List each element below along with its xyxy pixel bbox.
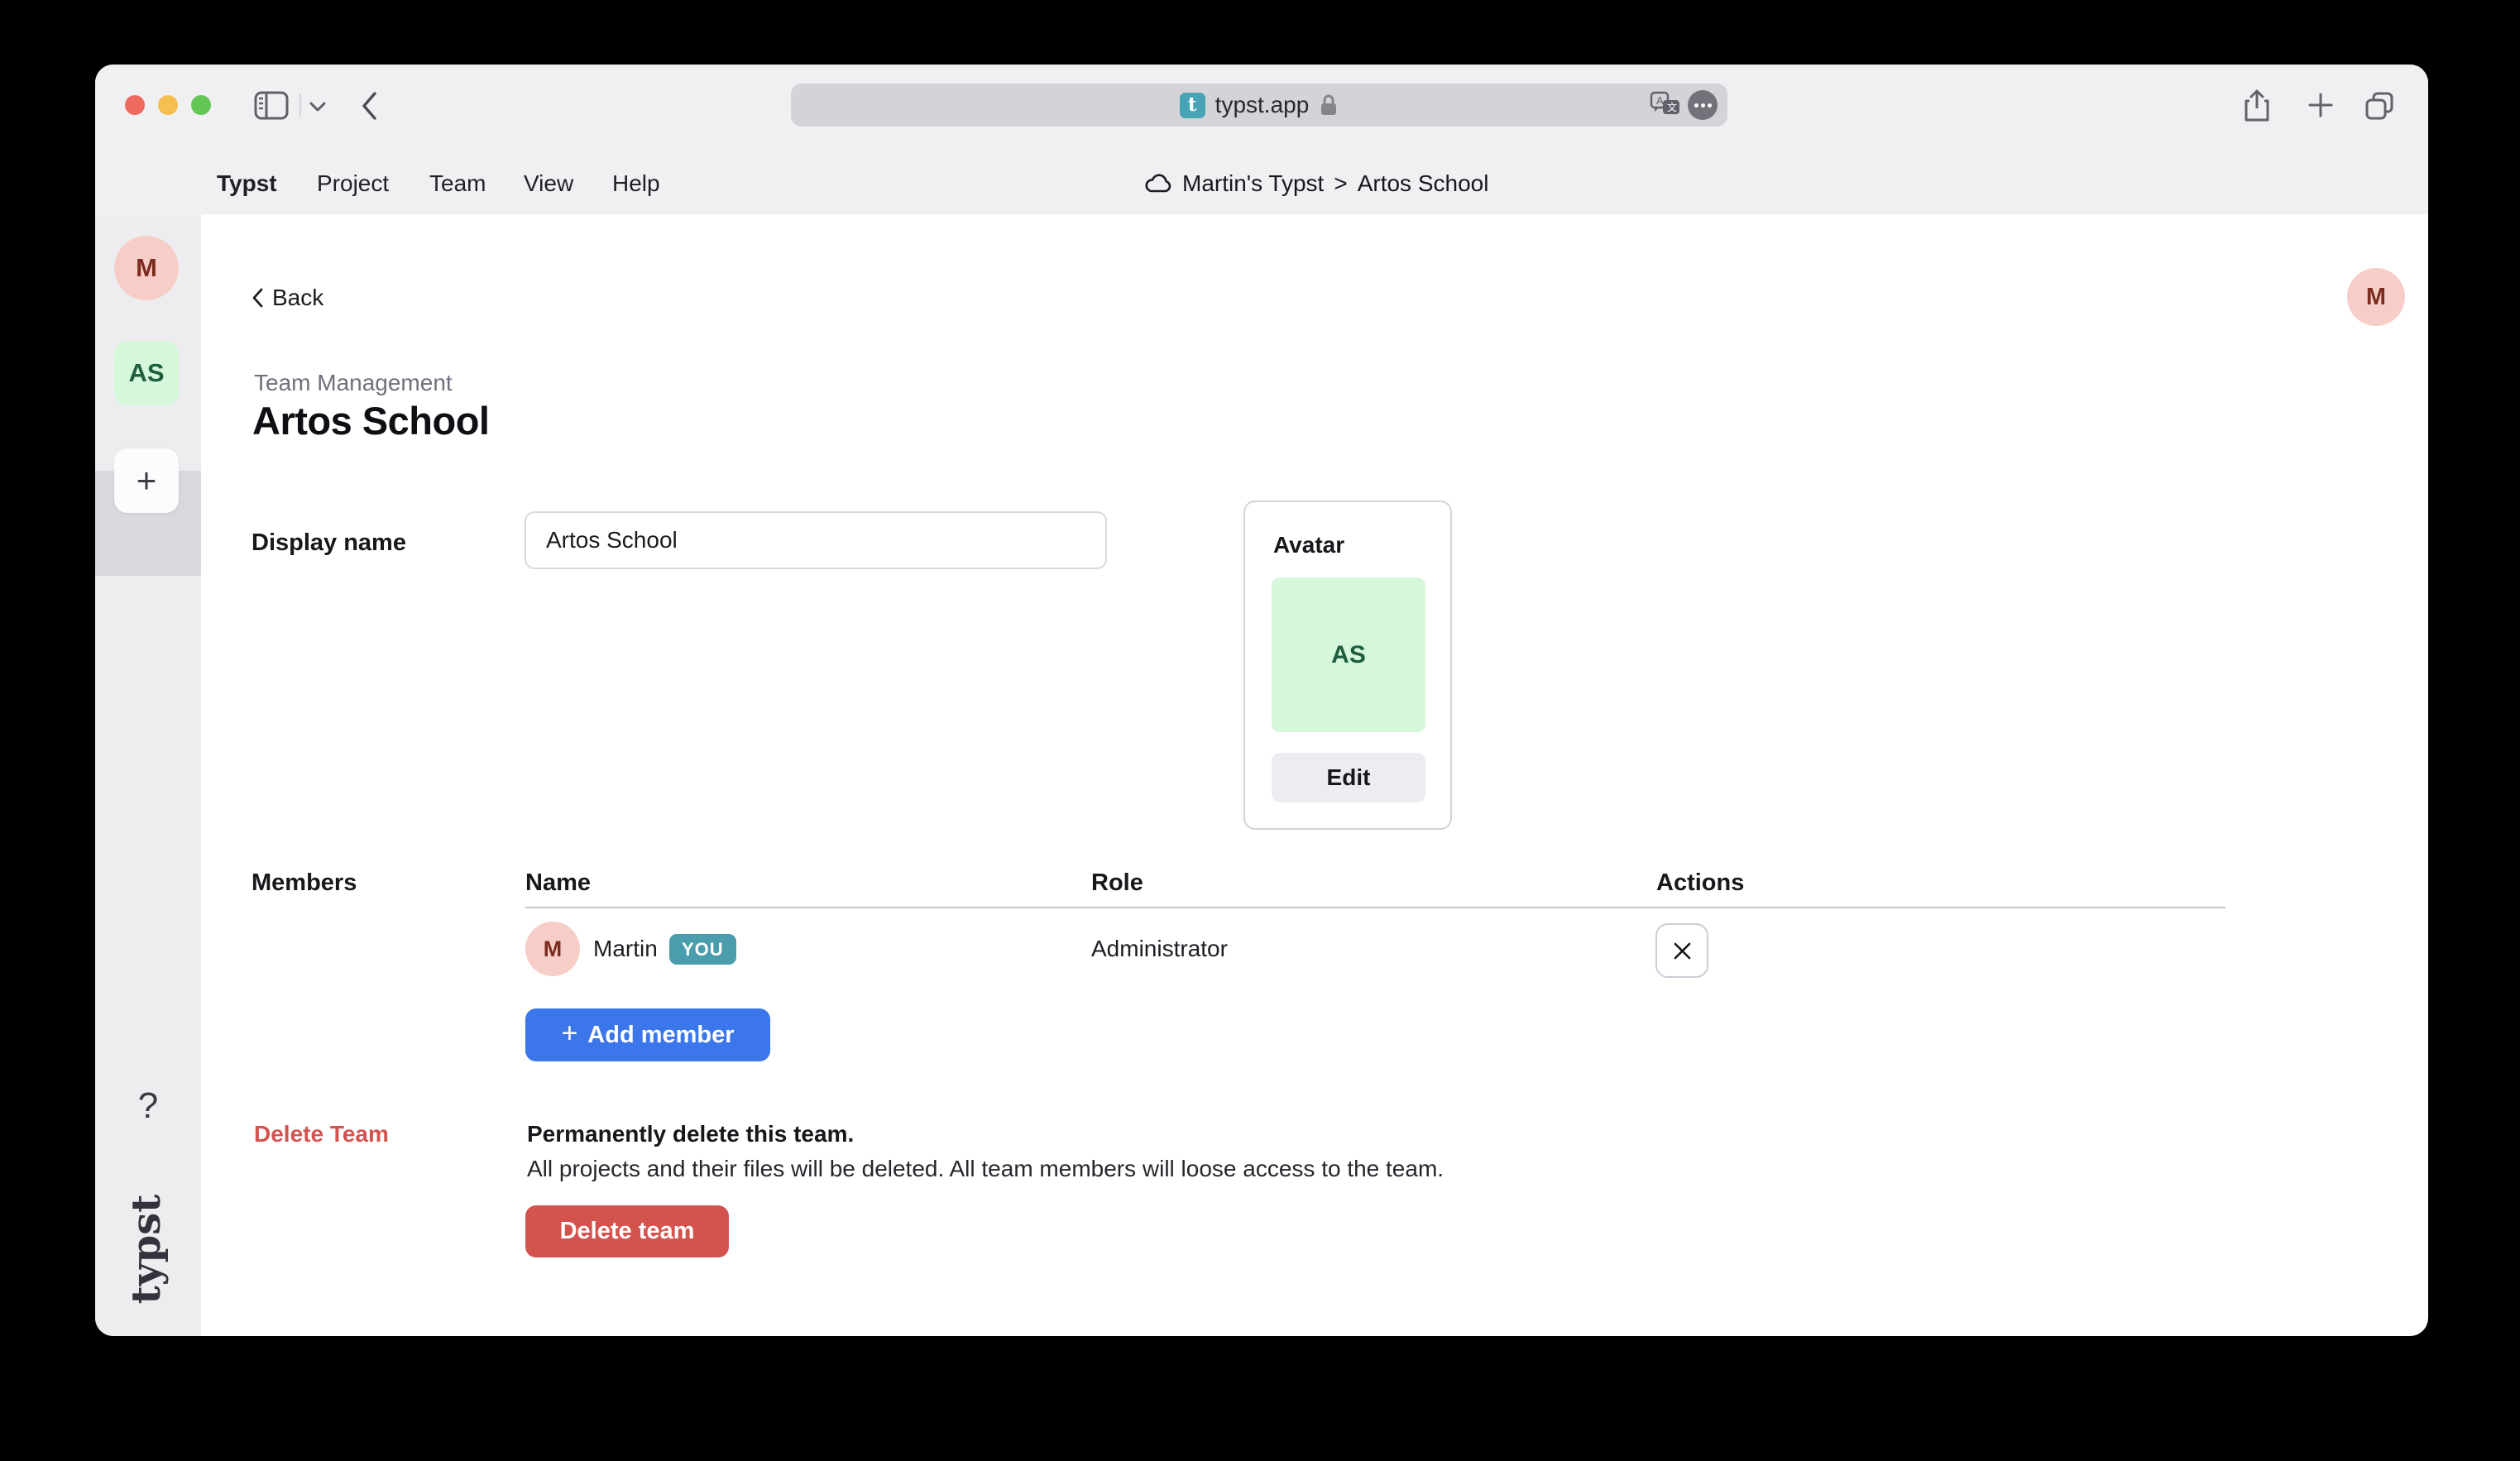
display-name-input[interactable] bbox=[525, 511, 1107, 569]
minimize-window-button[interactable] bbox=[158, 95, 178, 115]
breadcrumb: Martin's Typst > Artos School bbox=[1144, 171, 1488, 196]
menu-view[interactable]: View bbox=[524, 171, 573, 196]
chevron-down-icon[interactable] bbox=[309, 101, 327, 113]
lock-icon bbox=[1319, 93, 1339, 117]
back-link[interactable]: Back bbox=[251, 285, 323, 311]
delete-team-button[interactable]: Delete team bbox=[525, 1205, 729, 1257]
typst-logo: typst bbox=[122, 1183, 171, 1315]
new-tab-icon[interactable] bbox=[2307, 92, 2334, 118]
user-avatar[interactable]: M bbox=[2347, 268, 2405, 326]
member-role: Administrator bbox=[1091, 936, 1228, 962]
members-label: Members bbox=[252, 869, 357, 897]
menu-help[interactable]: Help bbox=[612, 171, 660, 196]
member-name: Martin bbox=[593, 936, 658, 962]
sidebar-toggle-icon[interactable] bbox=[254, 91, 289, 121]
table-divider bbox=[525, 907, 2225, 908]
address-url: typst.app bbox=[1215, 92, 1310, 118]
sidebar-item-team-as[interactable]: AS bbox=[114, 341, 179, 405]
member-avatar: M bbox=[525, 922, 580, 976]
back-arrow-icon[interactable] bbox=[358, 90, 380, 122]
column-header-name: Name bbox=[525, 869, 591, 897]
menu-typst[interactable]: Typst bbox=[217, 171, 277, 196]
cloud-icon bbox=[1144, 174, 1172, 194]
sidebar-item-user-m[interactable]: M bbox=[114, 236, 179, 300]
delete-team-label: Delete Team bbox=[254, 1121, 389, 1147]
share-icon[interactable] bbox=[2243, 89, 2271, 123]
plus-icon: + bbox=[561, 1019, 577, 1051]
chevron-left-icon bbox=[251, 287, 264, 309]
address-bar[interactable]: t typst.app A 文 bbox=[791, 84, 1727, 127]
breadcrumb-team[interactable]: Artos School bbox=[1358, 170, 1489, 197]
toolbar-divider bbox=[299, 93, 301, 117]
page-title: Artos School bbox=[252, 398, 489, 443]
breadcrumb-separator: > bbox=[1334, 170, 1347, 197]
browser-window: t typst.app A 文 bbox=[95, 65, 2428, 1336]
browser-chrome: t typst.app A 文 bbox=[95, 65, 2428, 214]
sidebar-add-team-button[interactable]: + bbox=[114, 448, 179, 513]
close-icon bbox=[1671, 940, 1694, 962]
section-eyebrow: Team Management bbox=[254, 370, 453, 396]
svg-text:A: A bbox=[1656, 94, 1664, 107]
help-icon[interactable]: ? bbox=[95, 1085, 201, 1127]
site-favicon: t bbox=[1180, 93, 1205, 118]
svg-text:文: 文 bbox=[1667, 101, 1677, 113]
tab-overview-icon[interactable] bbox=[2364, 90, 2395, 122]
edit-avatar-button[interactable]: Edit bbox=[1272, 753, 1425, 802]
menu-team[interactable]: Team bbox=[429, 171, 486, 196]
delete-team-description: All projects and their files will be del… bbox=[527, 1156, 1444, 1182]
team-avatar-preview: AS bbox=[1272, 577, 1425, 732]
avatar-card: Avatar AS Edit bbox=[1243, 501, 1452, 830]
you-badge: YOU bbox=[669, 934, 736, 965]
back-label: Back bbox=[272, 285, 323, 311]
add-member-button[interactable]: + Add member bbox=[525, 1008, 770, 1061]
display-name-label: Display name bbox=[252, 529, 406, 557]
delete-team-title: Permanently delete this team. bbox=[527, 1121, 854, 1147]
column-header-role: Role bbox=[1091, 869, 1143, 897]
more-options-icon[interactable] bbox=[1688, 90, 1718, 120]
zoom-window-button[interactable] bbox=[191, 95, 211, 115]
column-header-actions: Actions bbox=[1656, 869, 1744, 897]
avatar-card-title: Avatar bbox=[1273, 532, 1344, 558]
translate-icon[interactable]: A 文 bbox=[1650, 91, 1681, 119]
menu-project[interactable]: Project bbox=[317, 171, 389, 196]
remove-member-button[interactable] bbox=[1655, 923, 1708, 978]
breadcrumb-workspace[interactable]: Martin's Typst bbox=[1182, 170, 1324, 197]
close-window-button[interactable] bbox=[125, 95, 145, 115]
